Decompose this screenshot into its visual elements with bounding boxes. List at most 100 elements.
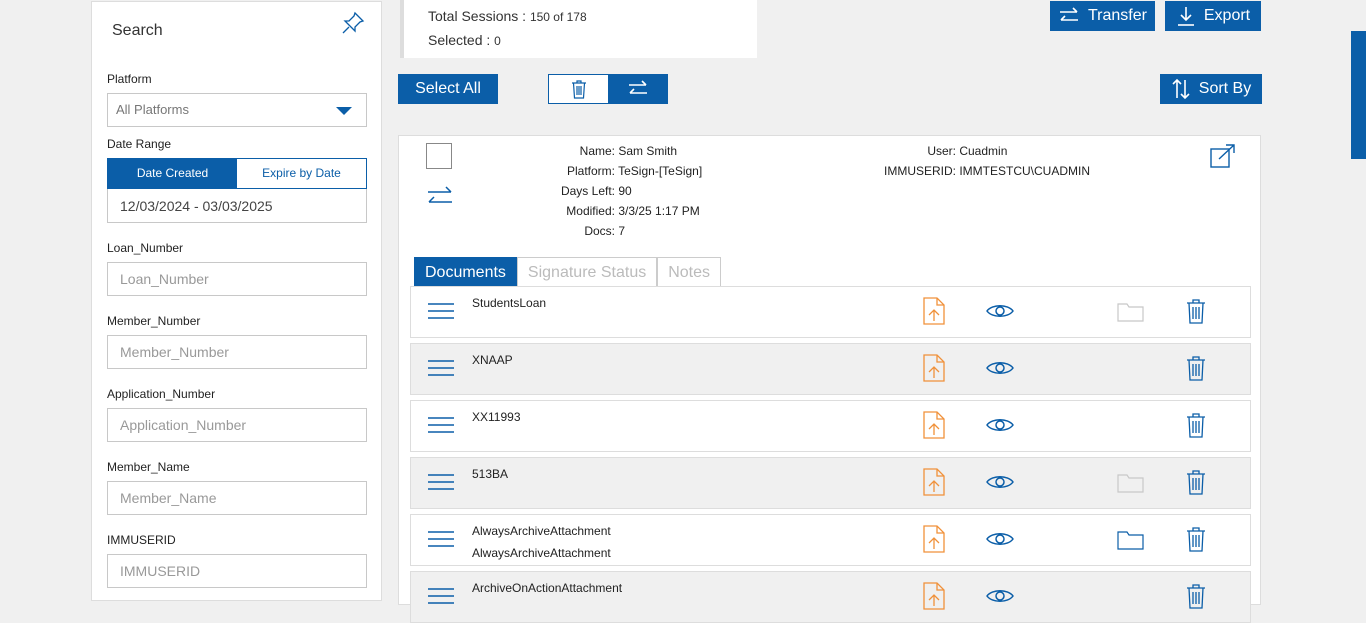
export-button[interactable]: Export	[1165, 1, 1261, 31]
drag-handle-icon[interactable]	[428, 359, 454, 377]
bulk-delete-button[interactable]	[549, 75, 608, 103]
upload-file-icon[interactable]	[923, 411, 945, 439]
document-row[interactable]: StudentsLoan	[410, 286, 1251, 338]
session-name: Name: Sam Smith	[549, 144, 677, 158]
selected-count: Selected : 0	[428, 32, 501, 48]
drag-handle-icon[interactable]	[428, 530, 454, 548]
member-number-input[interactable]	[107, 335, 367, 369]
user-label: User:	[927, 144, 956, 158]
drag-handle-icon[interactable]	[428, 587, 454, 605]
transfer-icon[interactable]	[426, 186, 454, 208]
select-all-button[interactable]: Select All	[398, 74, 498, 104]
immuserid-label: IMMUSERID	[107, 533, 176, 547]
sort-by-label: Sort By	[1198, 80, 1252, 97]
trash-icon[interactable]	[1186, 583, 1206, 609]
immuserid-label: IMMUSERID:	[884, 164, 956, 178]
eye-icon[interactable]	[986, 417, 1014, 433]
document-name: ArchiveOnActionAttachment	[472, 581, 623, 595]
platform-select[interactable]: All Platforms	[107, 93, 367, 127]
loan-number-input[interactable]	[107, 262, 367, 296]
bulk-actions	[548, 74, 668, 104]
member-name-input[interactable]	[107, 481, 367, 515]
document-row[interactable]: AlwaysArchiveAttachment AlwaysArchiveAtt…	[410, 514, 1251, 566]
trash-icon[interactable]	[1186, 412, 1206, 438]
upload-file-icon[interactable]	[923, 354, 945, 382]
modified-label: Modified:	[566, 204, 615, 218]
platform-label: Platform	[107, 72, 152, 86]
eye-icon[interactable]	[986, 588, 1014, 604]
user-value: Cuadmin	[959, 144, 1008, 158]
trash-icon[interactable]	[1186, 355, 1206, 381]
loan-number-label: Loan_Number	[107, 241, 184, 255]
session-days-left: Days Left: 90	[549, 184, 632, 198]
export-label: Export	[1203, 7, 1251, 24]
application-number-input[interactable]	[107, 408, 367, 442]
member-name-label: Member_Name	[107, 460, 190, 474]
trash-icon[interactable]	[1186, 469, 1206, 495]
member-number-label: Member_Number	[107, 314, 201, 328]
date-type-toggle: Date Created Expire by Date	[107, 158, 367, 189]
transfer-button[interactable]: Transfer	[1050, 1, 1155, 31]
drag-handle-icon[interactable]	[428, 473, 454, 491]
eye-icon[interactable]	[986, 531, 1014, 547]
platform-label: Platform:	[566, 164, 615, 178]
total-sessions: Total Sessions : 150 of 178	[428, 8, 587, 24]
bulk-transfer-button[interactable]	[608, 75, 667, 103]
trash-icon	[571, 80, 586, 99]
eye-icon[interactable]	[986, 303, 1014, 319]
folder-icon[interactable]	[1117, 301, 1145, 323]
scrollbar-thumb[interactable]	[1351, 31, 1366, 159]
session-card: Name: Sam Smith Platform: TeSign-[TeSign…	[398, 135, 1261, 623]
document-row[interactable]: ArchiveOnActionAttachment	[410, 571, 1251, 623]
name-value: Sam Smith	[618, 144, 678, 158]
date-range-field[interactable]: 12/03/2024 - 03/03/2025	[107, 189, 367, 223]
date-range-label: Date Range	[107, 137, 172, 151]
search-panel: Search Platform All Platforms Date Range…	[91, 1, 382, 601]
days-left-label: Days Left:	[560, 184, 615, 198]
upload-file-icon[interactable]	[923, 525, 945, 553]
sort-by-button[interactable]: Sort By	[1160, 74, 1262, 104]
session-modified: Modified: 3/3/25 1:17 PM	[549, 204, 699, 218]
document-name-secondary: AlwaysArchiveAttachment	[472, 546, 611, 560]
upload-file-icon[interactable]	[923, 297, 945, 325]
selected-value: 0	[494, 34, 501, 48]
document-row[interactable]: XX11993	[410, 400, 1251, 452]
tab-documents[interactable]: Documents	[414, 257, 517, 287]
document-row[interactable]: 513BA	[410, 457, 1251, 509]
trash-icon[interactable]	[1186, 526, 1206, 552]
download-icon	[1177, 7, 1194, 26]
sort-icon	[1172, 78, 1190, 100]
total-sessions-label: Total Sessions :	[428, 8, 530, 24]
trash-icon[interactable]	[1186, 298, 1206, 324]
date-created-option[interactable]: Date Created	[108, 159, 237, 188]
document-name: XNAAP	[472, 353, 513, 367]
selected-label: Selected :	[428, 32, 495, 48]
tab-notes[interactable]: Notes	[657, 257, 722, 287]
open-external-icon[interactable]	[1209, 143, 1237, 169]
search-title: Search	[112, 22, 163, 39]
drag-handle-icon[interactable]	[428, 302, 454, 320]
docs-label: Docs:	[584, 224, 615, 238]
upload-file-icon[interactable]	[923, 468, 945, 496]
expire-by-date-option[interactable]: Expire by Date	[237, 159, 366, 188]
immuserid-input[interactable]	[107, 554, 367, 588]
session-counts: Total Sessions : 150 of 178 Selected : 0	[400, 0, 757, 58]
document-name: StudentsLoan	[472, 296, 547, 310]
transfer-label: Transfer	[1088, 7, 1147, 24]
session-user: User: Cuadmin	[869, 144, 1007, 158]
platform-select-value: All Platforms	[116, 102, 189, 117]
document-row[interactable]: XNAAP	[410, 343, 1251, 395]
transfer-icon	[628, 80, 647, 94]
eye-icon[interactable]	[986, 474, 1014, 490]
drag-handle-icon[interactable]	[428, 416, 454, 434]
session-checkbox[interactable]	[426, 143, 452, 169]
eye-icon[interactable]	[986, 360, 1014, 376]
folder-icon[interactable]	[1117, 529, 1145, 551]
pin-icon[interactable]	[340, 10, 366, 36]
tab-signature-status[interactable]: Signature Status	[516, 257, 658, 287]
name-label: Name:	[579, 144, 615, 158]
days-left-value: 90	[618, 184, 632, 198]
folder-icon[interactable]	[1117, 472, 1145, 494]
session-tabs: Documents Signature Status Notes	[414, 257, 722, 287]
upload-file-icon[interactable]	[923, 582, 945, 610]
